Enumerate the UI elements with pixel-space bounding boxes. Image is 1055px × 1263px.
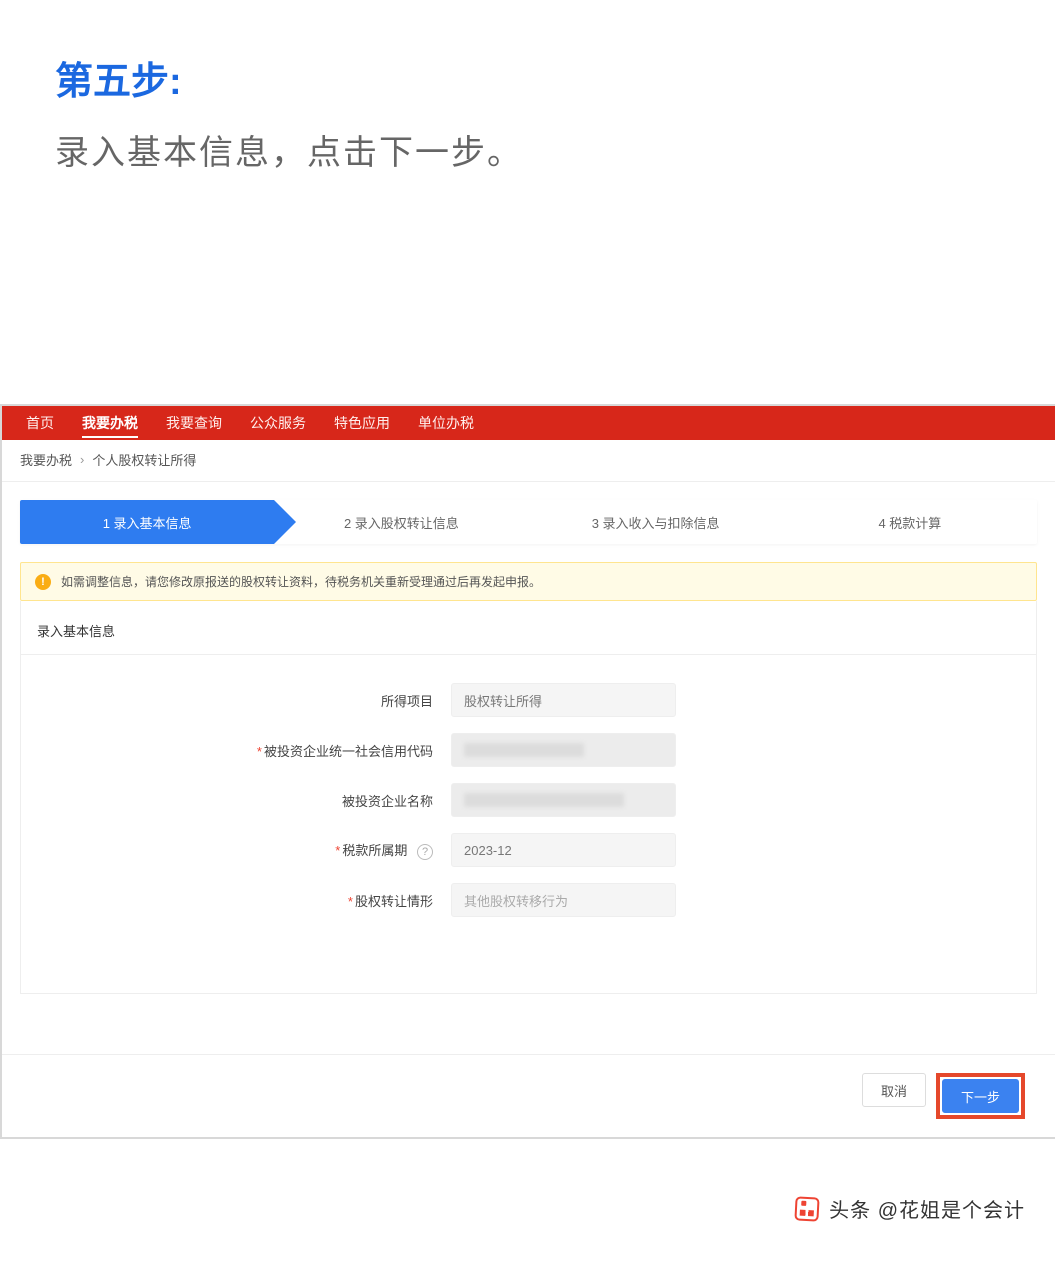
input-income-item[interactable]: 股权转让所得 (451, 683, 676, 717)
alert-icon: ! (35, 574, 51, 590)
nav-woyaobanshui[interactable]: 我要办税 (68, 406, 152, 440)
form-row-tax-period: *税款所属期 ? 2023-12 (21, 833, 1036, 867)
input-tax-period[interactable]: 2023-12 (451, 833, 676, 867)
watermark-text: 头条 @花姐是个会计 (829, 1194, 1025, 1223)
breadcrumb: 我要办税 › 个人股权转让所得 (2, 440, 1055, 482)
form-row-company-name: 被投资企业名称 (21, 783, 1036, 817)
help-icon[interactable]: ? (417, 844, 433, 860)
input-company-name[interactable] (451, 783, 676, 817)
step-1[interactable]: 1 录入基本信息 (20, 500, 274, 544)
basic-info-panel: 录入基本信息 所得项目 股权转让所得 *被投资企业统一社会信用代码 (20, 601, 1037, 994)
step-4[interactable]: 4 税款计算 (783, 500, 1037, 544)
step-2[interactable]: 2 录入股权转让信息 (274, 500, 528, 544)
label-transfer-type: *股权转让情形 (21, 891, 451, 910)
panel-title: 录入基本信息 (21, 601, 1036, 655)
nav-home[interactable]: 首页 (12, 406, 68, 440)
label-income-item: 所得项目 (21, 691, 451, 710)
watermark: 头条 @花姐是个会计 (795, 1194, 1025, 1223)
breadcrumb-current: 个人股权转让所得 (92, 450, 196, 469)
next-button-highlight: 下一步 (936, 1073, 1025, 1119)
form-row-company-code: *被投资企业统一社会信用代码 (21, 733, 1036, 767)
label-company-code: *被投资企业统一社会信用代码 (21, 741, 451, 760)
redacted-value (464, 743, 584, 757)
alert-text: 如需调整信息，请您修改原报送的股权转让资料，待税务机关重新受理通过后再发起申报。 (61, 573, 541, 590)
breadcrumb-root[interactable]: 我要办税 (20, 450, 72, 469)
cancel-button[interactable]: 取消 (862, 1073, 926, 1107)
nav-woyaochaxun[interactable]: 我要查询 (152, 406, 236, 440)
label-tax-period: *税款所属期 ? (21, 840, 451, 860)
step-indicator: 1 录入基本信息 2 录入股权转让信息 3 录入收入与扣除信息 4 税款计算 (20, 500, 1037, 544)
article-step-title: 第五步: (55, 50, 1000, 105)
nav-danweibanshui[interactable]: 单位办税 (404, 406, 488, 440)
top-nav: 首页 我要办税 我要查询 公众服务 特色应用 单位办税 (2, 406, 1055, 440)
breadcrumb-sep: › (80, 452, 84, 467)
form-row-income-item: 所得项目 股权转让所得 (21, 683, 1036, 717)
form-row-transfer-type: *股权转让情形 其他股权转移行为 (21, 883, 1036, 917)
nav-gongzhongfuwu[interactable]: 公众服务 (236, 406, 320, 440)
app-screenshot: 首页 我要办税 我要查询 公众服务 特色应用 单位办税 我要办税 › 个人股权转… (0, 404, 1055, 1139)
input-transfer-type[interactable]: 其他股权转移行为 (451, 883, 676, 917)
next-button[interactable]: 下一步 (942, 1079, 1019, 1113)
input-company-code[interactable] (451, 733, 676, 767)
form-area: 所得项目 股权转让所得 *被投资企业统一社会信用代码 被投资企业名称 (21, 655, 1036, 993)
toutiao-icon (795, 1196, 820, 1221)
nav-teseyingyong[interactable]: 特色应用 (320, 406, 404, 440)
article-step-desc: 录入基本信息，点击下一步。 (55, 125, 1000, 174)
redacted-value (464, 793, 624, 807)
label-company-name: 被投资企业名称 (21, 791, 451, 810)
info-alert: ! 如需调整信息，请您修改原报送的股权转让资料，待税务机关重新受理通过后再发起申… (20, 562, 1037, 601)
footer-actions: 取消 下一步 (2, 1054, 1055, 1137)
step-3[interactable]: 3 录入收入与扣除信息 (529, 500, 783, 544)
